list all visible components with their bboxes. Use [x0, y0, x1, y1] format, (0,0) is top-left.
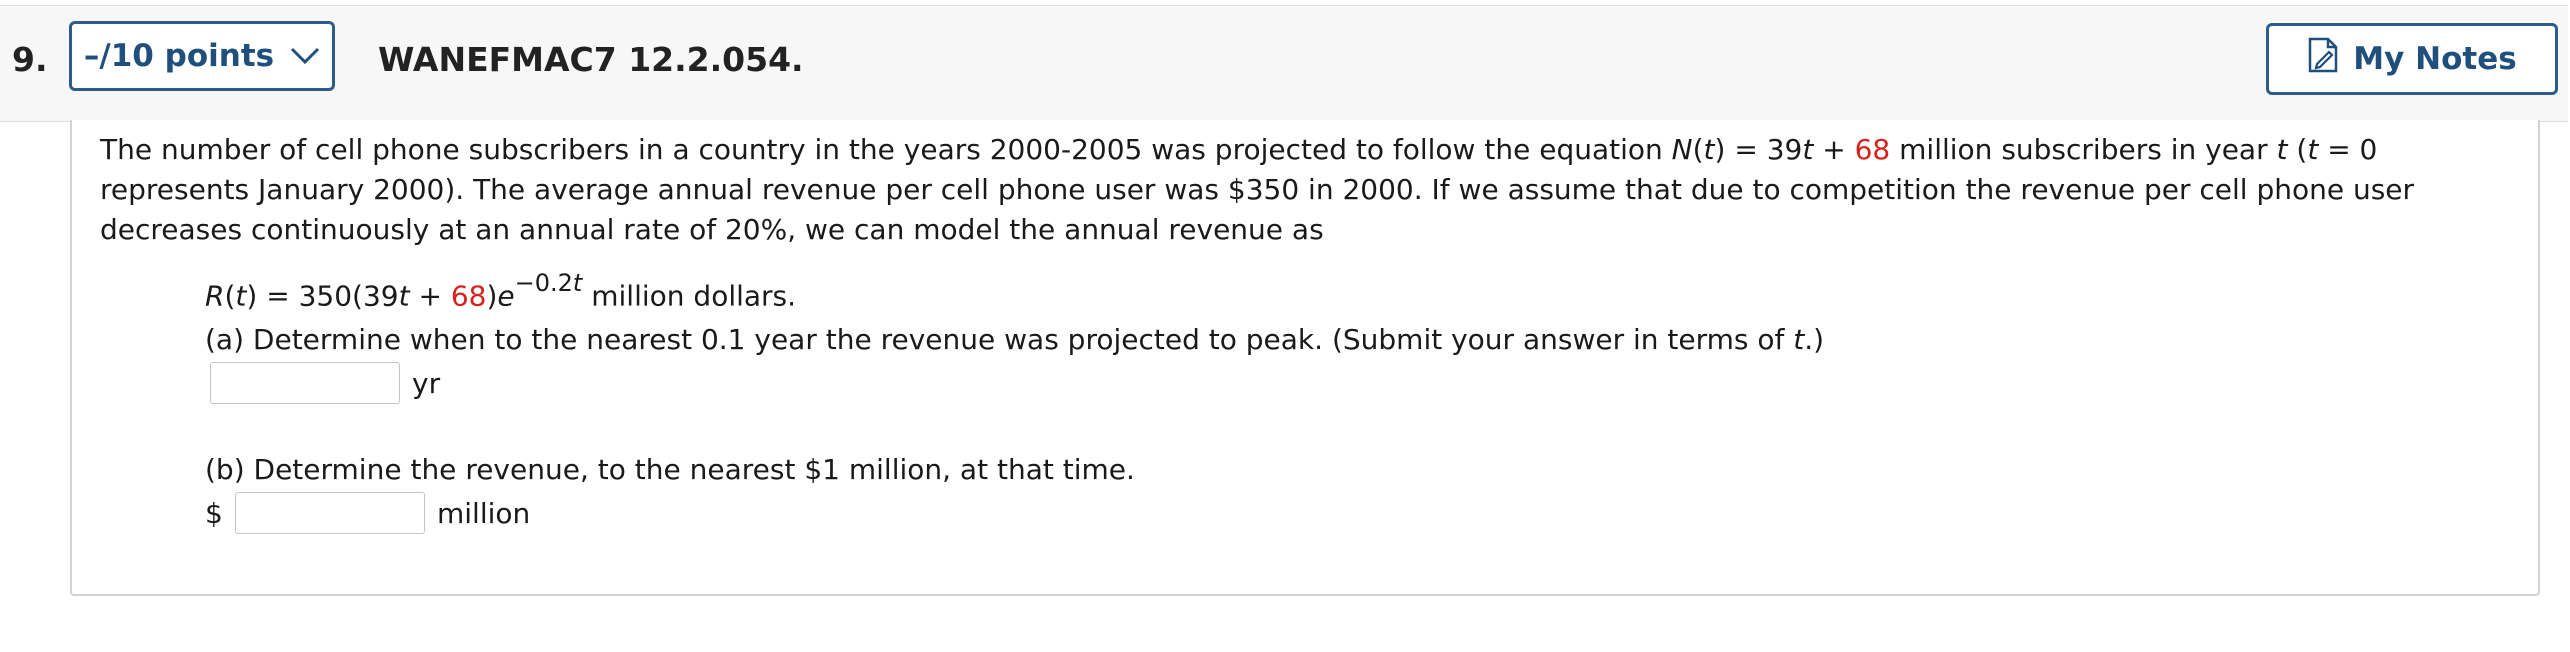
question-id: WANEFMAC7 12.2.054.: [378, 40, 804, 79]
exponent-value: −0.2: [514, 269, 573, 297]
problem-text-2: (: [1692, 133, 1704, 166]
problem-statement: The number of cell phone subscribers in …: [100, 130, 2500, 250]
problem-text-1: The number of cell phone subscribers in …: [100, 133, 1672, 166]
problem-text-6: (: [2287, 133, 2308, 166]
var-R: R: [205, 279, 225, 313]
part-b-answer-input[interactable]: [235, 492, 425, 534]
var-t: t: [1703, 133, 1715, 166]
part-a-unit: yr: [412, 367, 441, 400]
part-b-prompt: (b) Determine the revenue, to the neares…: [205, 453, 1135, 486]
dollar-sign: $: [205, 497, 223, 530]
chevron-down-icon: [290, 47, 320, 65]
problem-text-4: +: [1813, 133, 1855, 166]
part-a-prompt: (a) Determine when to the nearest 0.1 ye…: [205, 320, 1824, 360]
formula-text: +: [409, 279, 451, 313]
points-label: –/10 points: [83, 38, 275, 74]
highlighted-value: 68: [450, 279, 487, 313]
formula-text: (: [224, 279, 236, 313]
my-notes-label: My Notes: [2353, 41, 2517, 77]
part-b-unit: million: [437, 497, 531, 530]
var-t: t: [2276, 133, 2288, 166]
problem-text-3: ) = 39: [1714, 133, 1803, 166]
part-a-text-end: .): [1804, 323, 1825, 356]
var-t: t: [1793, 323, 1805, 356]
formula-text: ): [486, 279, 498, 313]
var-t: t: [398, 279, 410, 313]
exponent: −0.2t: [515, 269, 583, 297]
note-icon: [2307, 37, 2339, 81]
var-t: t: [572, 269, 583, 297]
highlighted-value: 68: [1854, 133, 1891, 166]
var-t: t: [2307, 133, 2319, 166]
formula-text: million dollars.: [582, 279, 797, 313]
points-dropdown-button[interactable]: –/10 points: [69, 21, 335, 91]
problem-text-5: million subscribers in year: [1890, 133, 2277, 166]
part-a-text: (a) Determine when to the nearest 0.1 ye…: [205, 323, 1794, 356]
var-t: t: [1802, 133, 1814, 166]
part-a-answer-input[interactable]: [210, 362, 400, 404]
var-e: e: [497, 279, 515, 313]
var-N: N: [1671, 133, 1693, 166]
var-t: t: [235, 279, 247, 313]
question-number: 9.: [12, 40, 48, 79]
my-notes-button[interactable]: My Notes: [2266, 23, 2558, 95]
formula-text: ) = 350(39: [246, 279, 399, 313]
revenue-formula: R(t) = 350(39t + 68)e−0.2t million dolla…: [205, 267, 796, 316]
